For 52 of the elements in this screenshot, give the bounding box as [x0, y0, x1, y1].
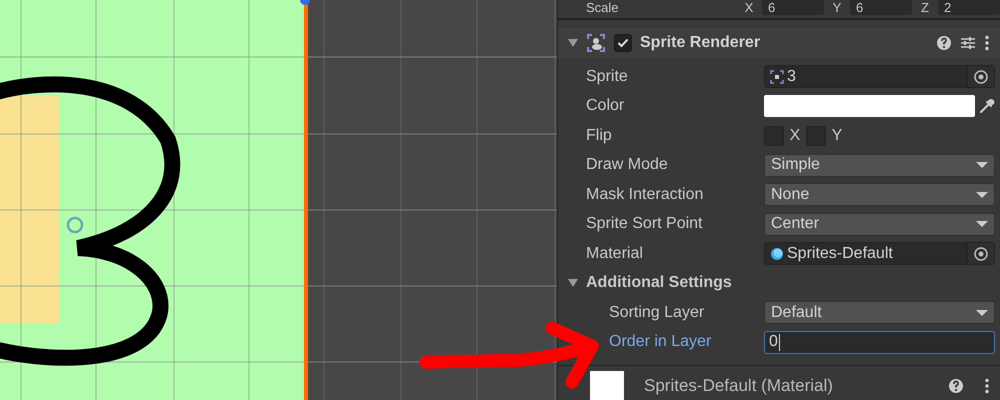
field-label: Order in Layer — [609, 333, 712, 352]
field-label: Scale — [586, 0, 620, 15]
dropdown-arrow-icon — [976, 308, 988, 317]
dropdown[interactable]: Center — [764, 212, 995, 236]
eyedropper-icon[interactable] — [979, 98, 995, 114]
sphere-icon — [770, 246, 784, 261]
material-title: Sprites-Default (Material) — [644, 376, 834, 396]
number-field[interactable]: 0 — [764, 330, 995, 354]
color-swatch[interactable] — [764, 95, 975, 118]
dropdown[interactable]: None — [764, 183, 995, 206]
dropdown[interactable]: Default — [764, 301, 995, 324]
dropdown-arrow-icon — [976, 190, 988, 199]
field-label: Sorting Layer — [609, 304, 706, 322]
check-icon — [617, 37, 629, 49]
object-picker-icon[interactable] — [974, 70, 988, 84]
axis-label: Y — [832, 0, 842, 15]
section-title: Additional Settings — [586, 274, 732, 292]
more-icon[interactable] — [984, 378, 990, 394]
settings-icon[interactable] — [960, 35, 976, 51]
help-icon[interactable] — [948, 378, 964, 394]
component-header[interactable]: Sprite Renderer — [558, 28, 1000, 58]
number-field[interactable]: 2 — [938, 0, 1000, 15]
dropdown[interactable]: Simple — [764, 154, 995, 177]
foldout-icon[interactable] — [568, 39, 578, 47]
dropdown-arrow-icon — [976, 161, 988, 170]
axis-label: Z — [920, 0, 930, 15]
field-label: Color — [586, 97, 626, 116]
field-label: Sprite Sort Point — [586, 215, 704, 234]
dropdown-arrow-icon — [976, 220, 988, 228]
help-icon[interactable] — [936, 35, 952, 51]
foldout-icon[interactable] — [568, 279, 578, 288]
object-picker-icon[interactable] — [974, 246, 988, 261]
sprite-renderer-icon — [586, 33, 606, 53]
field-label: Flip — [586, 126, 613, 145]
material-thumbnail — [590, 371, 624, 400]
field-label: Mask Interaction — [586, 186, 704, 204]
field-label: Draw Mode — [586, 156, 669, 174]
number-field[interactable]: 6 — [762, 0, 824, 15]
checkbox[interactable] — [614, 34, 632, 52]
sprite-icon — [770, 70, 784, 84]
number-field[interactable]: 6 — [850, 0, 912, 15]
pivot-handle[interactable] — [66, 216, 84, 234]
more-icon[interactable] — [984, 35, 990, 51]
checkbox-label: Y — [830, 126, 844, 145]
checkbox-label: X — [788, 126, 802, 145]
object-field[interactable]: 3 — [764, 65, 995, 88]
axis-label: X — [744, 0, 754, 15]
object-field[interactable]: Sprites-Default — [764, 242, 995, 266]
corner-handle[interactable] — [300, 0, 310, 5]
field-label: Sprite — [586, 68, 629, 86]
component-title: Sprite Renderer — [640, 34, 762, 52]
field-label: Material — [586, 244, 644, 263]
